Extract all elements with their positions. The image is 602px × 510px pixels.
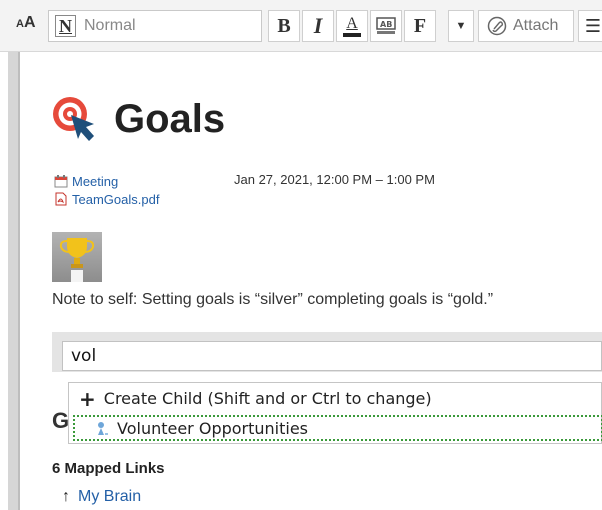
format-button[interactable]: F	[404, 10, 436, 42]
search-input[interactable]	[62, 341, 602, 371]
editor-frame	[8, 52, 18, 510]
list-icon: ☰	[584, 15, 602, 36]
format-icon: F	[413, 14, 427, 37]
event-row: Meeting Jan 27, 2021, 12:00 PM – 1:00 PM	[54, 172, 574, 190]
search-results-dropdown: + Create Child (Shift and or Ctrl to cha…	[68, 382, 602, 444]
trophy-icon	[59, 238, 95, 282]
bold-button[interactable]: B	[268, 10, 300, 42]
paragraph-style-value: Normal	[84, 17, 136, 34]
font-color-icon: A	[346, 14, 358, 32]
event-link[interactable]: Meeting	[72, 174, 118, 189]
trophy-thumbnail[interactable]	[52, 232, 102, 282]
thought-icon	[98, 422, 108, 435]
list-button[interactable]: ☰	[578, 10, 602, 42]
page-title-row: Goals	[50, 94, 225, 144]
italic-button[interactable]: I	[302, 10, 334, 42]
attachment-link[interactable]: TeamGoals.pdf	[72, 192, 159, 207]
bold-icon: B	[277, 14, 291, 37]
italic-icon: I	[313, 13, 323, 38]
pdf-icon	[55, 192, 67, 206]
section-heading: G	[52, 408, 70, 433]
search-result-item[interactable]: Volunteer Opportunities	[73, 415, 602, 441]
mapped-link-item[interactable]: ↑ My Brain	[62, 488, 141, 506]
notes-page: Goals Meeting Jan 27, 2021, 12:00 PM – 1…	[20, 52, 602, 510]
highlight-icon: AB	[376, 17, 396, 34]
mapped-links-heading: 6 Mapped Links	[52, 460, 165, 477]
attach-icon	[487, 16, 507, 36]
goal-target-icon	[53, 97, 94, 141]
dropdown-arrow-icon: ▼	[455, 20, 467, 32]
paragraph-style-dropdown[interactable]: N Normal	[48, 10, 262, 42]
mapped-link-label: My Brain	[78, 488, 142, 505]
page-metadata: Meeting Jan 27, 2021, 12:00 PM – 1:00 PM…	[54, 172, 574, 208]
font-color-button[interactable]: A	[336, 10, 368, 42]
more-formatting-dropdown[interactable]: ▼	[448, 10, 474, 42]
font-size-icon[interactable]: AA	[16, 14, 36, 38]
search-result-label: Volunteer Opportunities	[117, 418, 309, 438]
attach-button[interactable]: Attach	[478, 10, 574, 42]
calendar-icon	[54, 175, 68, 188]
svg-text:AB: AB	[380, 20, 392, 29]
plus-icon: +	[79, 386, 96, 411]
attach-label: Attach	[513, 17, 559, 34]
create-child-option[interactable]: + Create Child (Shift and or Ctrl to cha…	[79, 386, 432, 411]
highlight-button[interactable]: AB	[370, 10, 402, 42]
note-text: Note to self: Setting goals is “silver” …	[52, 291, 494, 308]
attachment-row: TeamGoals.pdf	[54, 190, 574, 208]
editor-toolbar: AA N Normal B I A AB F ▼ Attach ☰	[0, 0, 602, 52]
create-child-label: Create Child (Shift and or Ctrl to chang…	[103, 389, 432, 408]
up-arrow-icon: ↑	[62, 488, 70, 505]
page-title: Goals	[114, 96, 226, 141]
event-time: Jan 27, 2021, 12:00 PM – 1:00 PM	[234, 172, 435, 187]
normal-style-icon: N	[55, 15, 76, 37]
